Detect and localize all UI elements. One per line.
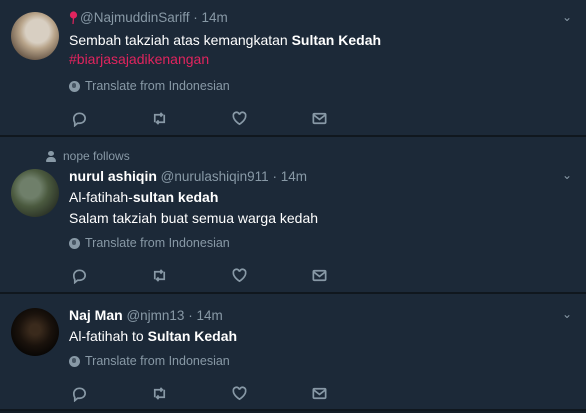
reply-icon[interactable]	[71, 265, 151, 285]
social-context-label[interactable]: nope follows	[63, 149, 130, 163]
avatar[interactable]	[11, 308, 59, 356]
tweet-header: @NajmuddinSariff · 14m	[69, 10, 586, 25]
social-context: nope follows	[46, 149, 130, 163]
chevron-down-icon[interactable]: ⌄	[562, 307, 572, 321]
retweet-icon[interactable]	[151, 383, 231, 403]
user-handle[interactable]: @njmn13	[126, 308, 184, 323]
user-name[interactable]: Naj Man	[69, 307, 123, 323]
tweet-text: Sembah takziah atas kemangkatan Sultan K…	[69, 30, 586, 50]
retweet-icon[interactable]	[151, 265, 231, 285]
heart-icon[interactable]	[231, 383, 311, 403]
user-handle[interactable]: @NajmuddinSariff	[80, 10, 190, 25]
globe-icon	[69, 355, 80, 367]
tweet-header: Naj Man @njmn13 · 14m	[69, 307, 586, 323]
tweet[interactable]: nope follows nurul ashiqin @nurulashiqin…	[0, 137, 586, 294]
globe-icon	[69, 80, 80, 92]
user-name[interactable]: nurul ashiqin	[69, 168, 157, 184]
user-handle[interactable]: @nurulashiqin911	[161, 169, 269, 184]
tweet-text-bold: Sultan Kedah	[147, 328, 238, 344]
translate-label: Translate from Indonesian	[85, 79, 230, 93]
tweet-text-plain: Al-fatihah-	[69, 189, 133, 205]
heart-icon[interactable]	[231, 265, 311, 285]
reply-icon[interactable]	[71, 108, 151, 128]
timestamp[interactable]: · 14m	[193, 10, 228, 25]
hashtag-link[interactable]: #biarjasajadikenangan	[69, 51, 586, 67]
tweet-text-line-2: Salam takziah buat semua warga kedah	[69, 210, 319, 226]
chevron-down-icon[interactable]: ⌄	[562, 168, 572, 182]
tweet-actions	[71, 108, 391, 128]
tweet-actions	[71, 265, 391, 285]
timestamp[interactable]: · 14m	[272, 169, 307, 184]
tweet-text-bold: Sultan Kedah	[291, 32, 382, 48]
tweet-text-plain: Al-fatihah to	[69, 328, 148, 344]
tweet-text-plain: Sembah takziah atas kemangkatan	[69, 32, 292, 48]
tweet-text-bold: sultan kedah	[132, 189, 219, 205]
envelope-icon[interactable]	[311, 265, 391, 285]
avatar[interactable]	[11, 12, 59, 60]
translate-label: Translate from Indonesian	[85, 236, 230, 250]
chevron-down-icon[interactable]: ⌄	[562, 10, 572, 24]
globe-icon	[69, 237, 80, 249]
translate-label: Translate from Indonesian	[85, 354, 230, 368]
envelope-icon[interactable]	[311, 383, 391, 403]
tweet[interactable]: @NajmuddinSariff · 14m ⌄ Sembah takziah …	[0, 0, 586, 137]
translate-link[interactable]: Translate from Indonesian	[69, 79, 586, 93]
tweet-header: nurul ashiqin @nurulashiqin911 · 14m	[69, 168, 586, 184]
envelope-icon[interactable]	[311, 108, 391, 128]
timeline-feed: @NajmuddinSariff · 14m ⌄ Sembah takziah …	[0, 0, 586, 411]
location-pin-icon	[69, 11, 78, 24]
tweet-text: Al-fatihah to Sultan Kedah	[69, 326, 586, 346]
translate-link[interactable]: Translate from Indonesian	[69, 354, 586, 368]
timestamp[interactable]: · 14m	[188, 308, 223, 323]
avatar[interactable]	[11, 169, 59, 217]
retweet-icon[interactable]	[151, 108, 231, 128]
tweet-actions	[71, 383, 391, 403]
person-icon	[46, 150, 56, 162]
heart-icon[interactable]	[231, 108, 311, 128]
reply-icon[interactable]	[71, 383, 151, 403]
tweet[interactable]: Naj Man @njmn13 · 14m ⌄ Al-fatihah to Su…	[0, 294, 586, 411]
tweet-text-line-1: Al-fatihah-sultan kedah	[69, 187, 586, 207]
translate-link[interactable]: Translate from Indonesian	[69, 236, 586, 250]
